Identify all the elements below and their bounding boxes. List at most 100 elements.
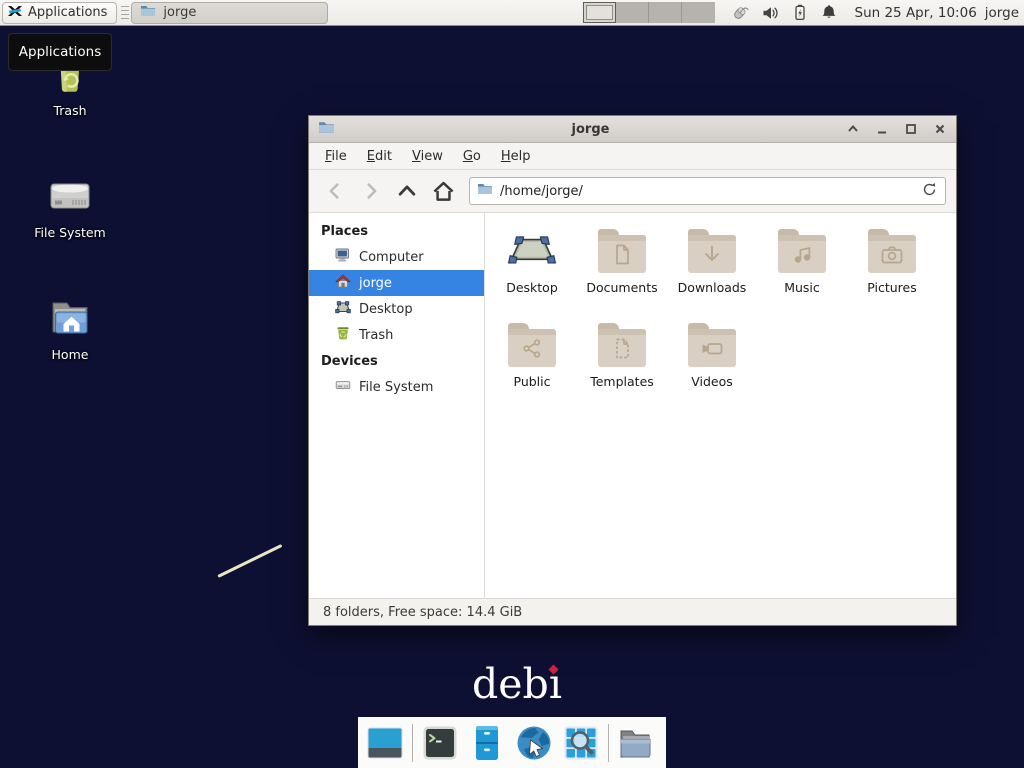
file-item-documents[interactable]: Documents	[577, 222, 667, 316]
file-manager-launcher[interactable]	[467, 723, 507, 763]
sidebar-item-file-system[interactable]: File System	[309, 374, 484, 400]
file-item-videos[interactable]: Videos	[667, 316, 757, 410]
hard-drive-icon	[335, 377, 351, 397]
computer-icon	[335, 247, 351, 267]
application-finder-launcher[interactable]	[561, 723, 601, 763]
forward-button[interactable]	[355, 176, 387, 206]
desktop-icon-file-system[interactable]: File System	[14, 172, 126, 240]
home-icon	[335, 273, 351, 293]
file-item-pictures[interactable]: Pictures	[847, 222, 937, 316]
show-desktop-button[interactable]	[365, 723, 405, 763]
workspace-4[interactable]	[682, 2, 715, 23]
directory-menu-launcher[interactable]	[616, 723, 656, 763]
pictures-folder-icon	[868, 235, 916, 273]
system-tray	[731, 4, 837, 21]
desktop-icon-label: File System	[14, 225, 126, 240]
menubar: File Edit View Go Help	[309, 143, 956, 170]
window-folder-icon	[140, 3, 156, 23]
file-item-templates[interactable]: Templates	[577, 316, 667, 410]
sidebar-item-desktop[interactable]: Desktop	[309, 296, 484, 322]
sidebar-item-computer[interactable]: Computer	[309, 244, 484, 270]
sidebar-item-jorge[interactable]: jorge	[309, 270, 484, 296]
clock[interactable]: Sun 25 Apr, 10:06	[855, 5, 977, 21]
file-item-public[interactable]: Public	[487, 316, 577, 410]
shade-button[interactable]	[846, 122, 860, 136]
file-item-label: Desktop	[487, 280, 577, 295]
taskbar-window-label: jorge	[163, 5, 196, 20]
music-folder-icon	[778, 235, 826, 273]
sidebar-item-label: Computer	[359, 250, 424, 265]
menu-edit[interactable]: Edit	[357, 145, 402, 168]
file-item-label: Downloads	[667, 280, 757, 295]
file-item-desktop[interactable]: Desktop	[487, 222, 577, 316]
menu-go[interactable]: Go	[453, 145, 491, 168]
file-item-label: Documents	[577, 280, 667, 295]
public-folder-icon	[508, 329, 556, 367]
documents-folder-icon	[598, 235, 646, 273]
mouse-icon[interactable]	[731, 4, 749, 21]
statusbar-text: 8 folders, Free space: 14.4 GiB	[323, 605, 522, 620]
battery-charging-icon[interactable]	[792, 4, 808, 21]
file-manager-window: jorge File Edit View Go Help	[308, 115, 957, 626]
notification-bell-icon[interactable]	[821, 4, 837, 21]
desktop-folder-icon	[487, 222, 577, 280]
file-item-label: Public	[487, 374, 577, 389]
sidebar-header-places: Places	[309, 218, 484, 244]
window-title: jorge	[343, 122, 838, 137]
templates-folder-icon	[598, 329, 646, 367]
sidebar-item-trash[interactable]: Trash	[309, 322, 484, 348]
file-item-label: Music	[757, 280, 847, 295]
close-button[interactable]	[933, 122, 947, 136]
path-folder-icon	[477, 181, 493, 201]
file-item-music[interactable]: Music	[757, 222, 847, 316]
videos-folder-icon	[688, 329, 736, 367]
trash-icon	[335, 325, 351, 345]
workspace-switcher[interactable]	[583, 2, 715, 23]
file-item-label: Videos	[667, 374, 757, 389]
sidebar-item-label: jorge	[359, 276, 392, 291]
location-bar[interactable]: /home/jorge/	[469, 177, 946, 205]
statusbar: 8 folders, Free space: 14.4 GiB	[309, 598, 956, 625]
dock-separator	[608, 724, 609, 762]
taskbar-window-button[interactable]: jorge	[131, 2, 328, 24]
sidebar-item-label: File System	[359, 380, 433, 395]
dock-separator	[412, 724, 413, 762]
sidebar-header-devices: Devices	[309, 348, 484, 374]
applications-menu-button[interactable]: Applications	[2, 2, 117, 24]
file-list[interactable]: Desktop Documents Down	[485, 213, 956, 598]
web-browser-launcher[interactable]	[514, 723, 554, 763]
panel-user-label[interactable]: jorge	[985, 5, 1019, 21]
workspace-3[interactable]	[649, 2, 682, 23]
terminal-launcher[interactable]	[420, 723, 460, 763]
up-button[interactable]	[391, 176, 423, 206]
back-button[interactable]	[319, 176, 351, 206]
tooltip-text: Applications	[19, 44, 101, 60]
volume-icon[interactable]	[762, 5, 779, 21]
minimize-button[interactable]	[875, 122, 889, 136]
path-text[interactable]: /home/jorge/	[500, 184, 583, 199]
window-titlebar[interactable]: jorge	[309, 116, 956, 143]
desktop-icon-label: Trash	[14, 103, 126, 118]
reload-icon[interactable]	[921, 181, 938, 202]
applications-tooltip: Applications	[8, 33, 112, 71]
hard-drive-icon	[46, 172, 94, 220]
downloads-folder-icon	[688, 235, 736, 273]
file-item-label: Templates	[577, 374, 667, 389]
workspace-2[interactable]	[616, 2, 649, 23]
tasklist-handle[interactable]	[121, 6, 129, 20]
sidebar-item-label: Trash	[359, 328, 393, 343]
applications-menu-label: Applications	[28, 5, 107, 20]
menu-file[interactable]: File	[315, 145, 357, 168]
menu-view[interactable]: View	[402, 145, 453, 168]
file-item-downloads[interactable]: Downloads	[667, 222, 757, 316]
xfce-logo-icon	[7, 3, 23, 23]
file-item-label: Pictures	[847, 280, 937, 295]
workspace-1[interactable]	[583, 2, 616, 23]
home-button[interactable]	[427, 176, 459, 206]
debian-logo: debıan	[452, 660, 582, 708]
desktop-icon-home[interactable]: Home	[14, 294, 126, 362]
maximize-button[interactable]	[904, 122, 918, 136]
menu-help[interactable]: Help	[491, 145, 541, 168]
desktop-icon	[335, 299, 351, 319]
sidebar-item-label: Desktop	[359, 302, 413, 317]
